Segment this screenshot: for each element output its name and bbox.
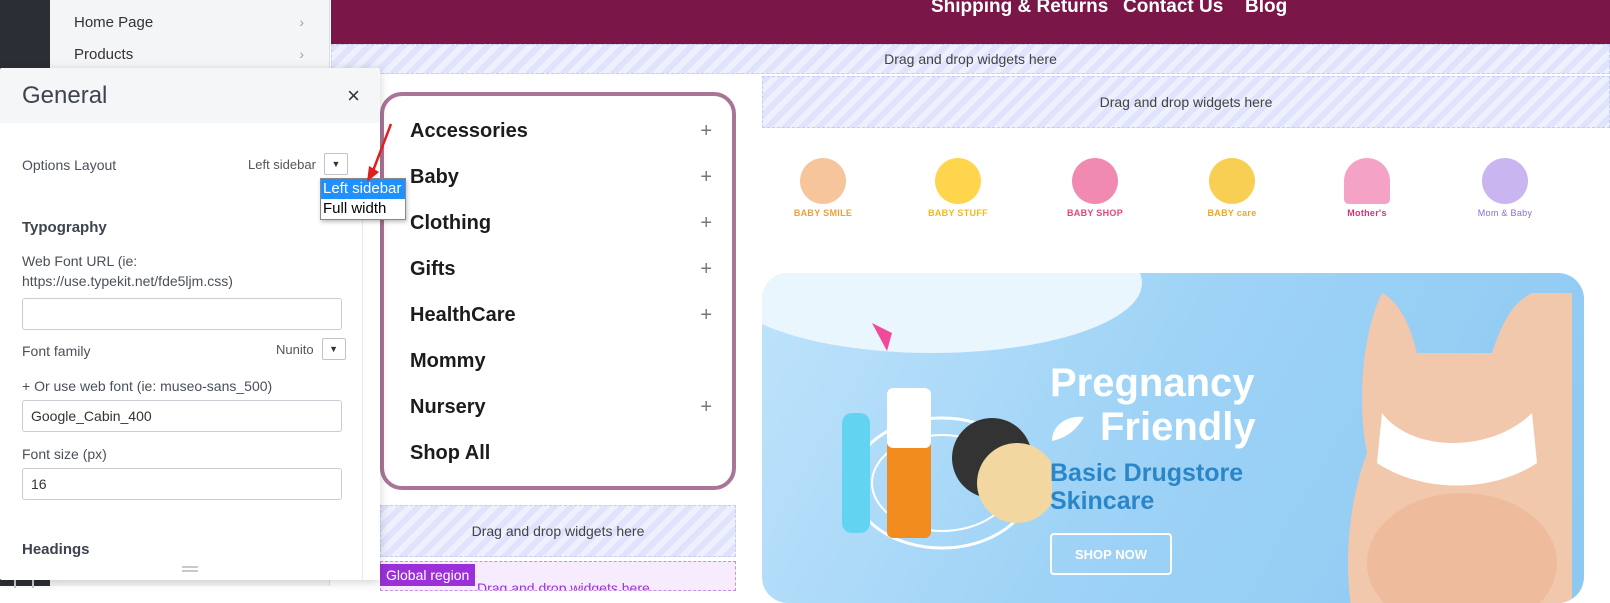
category-mommy[interactable]: Mommy <box>410 350 712 373</box>
resize-grip-icon[interactable] <box>182 566 198 572</box>
font-size-label: Font size (px) <box>22 446 107 462</box>
subheadline-line-1: Basic Drugstore <box>1050 459 1244 487</box>
web-font-label: + Or use web font (ie: museo-sans_500) <box>22 378 273 394</box>
nav-item-label: Products <box>74 45 134 63</box>
mother-silhouette-icon <box>1344 158 1390 204</box>
select-value: Nunito <box>276 341 314 357</box>
leaf-icon <box>1052 416 1084 441</box>
chevron-right-icon: › <box>299 46 304 62</box>
category-list: Accessories + Baby + Clothing + Gifts + Heal… <box>380 92 736 490</box>
category-healthcare[interactable]: HealthCare + <box>410 304 712 327</box>
panel-title: General <box>22 81 108 109</box>
widget-dropzone-top[interactable]: Drag and drop widgets here <box>762 76 1610 128</box>
nav-link-contact-us[interactable]: Contact Us <box>1123 0 1223 16</box>
category-label: Baby <box>410 166 459 188</box>
typography-heading: Typography <box>22 219 107 236</box>
category-gifts[interactable]: Gifts + <box>410 258 712 281</box>
category-label: Shop All <box>410 442 491 464</box>
panel-header: General × <box>0 68 380 123</box>
store-top-navbar: Shipping & Returns Contact Us Blog <box>331 0 1610 44</box>
brand-logo-baby-smile[interactable]: BABY SMILE <box>778 158 868 228</box>
skincare-products-image <box>842 388 1052 550</box>
global-region-tag: Global region <box>380 564 476 586</box>
brand-logo-mothers[interactable]: Mother's <box>1322 158 1412 228</box>
caret-down-icon[interactable]: ▼ <box>321 338 346 360</box>
web-font-url-input[interactable] <box>22 298 342 330</box>
subheadline-line-2: Skincare <box>1050 487 1155 515</box>
pregnant-woman-image <box>1348 293 1572 603</box>
web-font-input[interactable]: Google_Cabin_400 <box>22 400 342 432</box>
cloud-decoration <box>762 273 1142 353</box>
nav-link-shipping-returns[interactable]: Shipping & Returns <box>931 0 1108 16</box>
category-label: Accessories <box>410 120 528 142</box>
expand-icon[interactable]: + <box>700 212 712 235</box>
widget-dropzone-sidebar[interactable]: Drag and drop widgets here <box>380 505 736 557</box>
banner-subheadline: Basic Drugstore Skincare <box>1050 459 1243 515</box>
option-left-sidebar[interactable]: Left sidebar <box>321 179 405 199</box>
paper-plane-icon <box>872 323 922 351</box>
brand-name: BABY STUFF <box>928 208 988 218</box>
expand-icon[interactable]: + <box>700 166 712 189</box>
category-label: HealthCare <box>410 304 516 326</box>
font-family-label: Font family <box>22 343 91 359</box>
nav-item-label: Home Page <box>74 13 154 31</box>
nav-item-home-page[interactable]: Home Page › <box>74 10 304 34</box>
category-clothing[interactable]: Clothing + <box>410 212 712 235</box>
baby-face-icon <box>1072 158 1118 204</box>
chevron-right-icon: › <box>299 14 304 30</box>
category-label: Nursery <box>410 396 486 418</box>
expand-icon[interactable]: + <box>700 396 712 419</box>
brand-logo-baby-stuff[interactable]: BABY STUFF <box>913 158 1003 228</box>
brand-name: Mother's <box>1347 208 1387 218</box>
web-font-url-label: Web Font URL (ie: https://use.typekit.ne… <box>22 253 233 289</box>
options-layout-label: Options Layout <box>22 157 117 173</box>
baby-face-icon <box>935 158 981 204</box>
expand-icon[interactable]: + <box>700 120 712 143</box>
shop-now-button[interactable]: SHOP NOW <box>1050 533 1172 575</box>
mother-silhouette-icon <box>1482 158 1528 204</box>
font-size-input[interactable]: 16 <box>22 468 342 500</box>
select-value: Left sidebar <box>248 156 316 172</box>
category-baby[interactable]: Baby + <box>410 166 712 189</box>
category-shop-all[interactable]: Shop All <box>410 442 712 465</box>
hero-banner[interactable]: Pregnancy Friendly Basic Drugstore Skinc… <box>762 273 1584 603</box>
scroll-track[interactable] <box>362 183 374 580</box>
close-icon[interactable]: × <box>347 84 360 107</box>
category-nursery[interactable]: Nursery + <box>410 396 712 419</box>
option-full-width[interactable]: Full width <box>321 199 405 219</box>
brand-name: Mom & Baby <box>1477 208 1533 218</box>
nav-item-products[interactable]: Products › <box>74 42 304 66</box>
options-layout-dropdown: Left sidebar Full width <box>320 178 406 220</box>
caret-down-icon[interactable]: ▼ <box>323 153 348 175</box>
category-label: Mommy <box>410 350 486 372</box>
font-family-select[interactable]: Nunito ▼ <box>276 338 346 360</box>
brand-name: BABY SHOP <box>1066 208 1124 218</box>
category-label: Clothing <box>410 212 492 234</box>
options-layout-select[interactable]: Left sidebar ▼ <box>248 153 348 175</box>
expand-icon[interactable]: + <box>700 304 712 327</box>
expand-icon[interactable]: + <box>700 258 712 281</box>
widget-dropzone-header[interactable]: Drag and drop widgets here <box>331 44 1610 74</box>
moon-baby-icon <box>1209 158 1255 204</box>
general-settings-panel: General × Options Layout Left sidebar ▼ … <box>0 68 380 580</box>
category-accessories[interactable]: Accessories + <box>410 120 712 143</box>
brand-logo-baby-shop[interactable]: BABY SHOP <box>1050 158 1140 228</box>
brand-logo-baby-care[interactable]: BABY care <box>1187 158 1277 228</box>
annotation-arrow-icon <box>367 123 393 182</box>
brand-name: BABY SMILE <box>793 208 853 218</box>
baby-face-icon <box>800 158 846 204</box>
nav-link-blog[interactable]: Blog <box>1245 0 1287 16</box>
brand-name: BABY care <box>1207 208 1257 218</box>
brand-logo-mom-baby[interactable]: Mom & Baby <box>1460 158 1550 228</box>
headline-line-1: Pregnancy <box>1050 361 1255 405</box>
headings-heading: Headings <box>22 541 90 558</box>
category-label: Gifts <box>410 258 456 280</box>
